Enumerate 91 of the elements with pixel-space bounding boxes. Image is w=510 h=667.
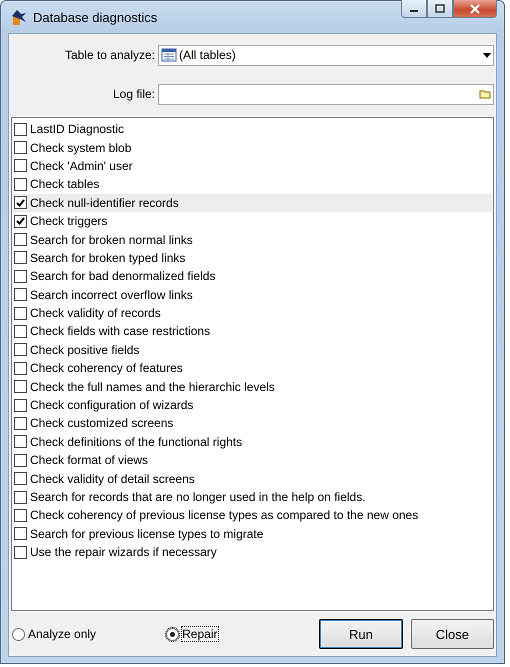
field-label: Table to analyze:	[64, 48, 156, 62]
check-label: Check triggers	[30, 214, 108, 228]
check-label: Check null-identifier records	[30, 196, 179, 210]
checkbox[interactable]	[14, 546, 27, 559]
app-icon	[10, 8, 28, 26]
checkbox[interactable]	[14, 178, 27, 191]
check-item[interactable]: Check customized screens	[13, 414, 492, 433]
radio-button[interactable]: Repair	[165, 626, 218, 642]
check-item[interactable]: Check coherency of previous license types as compared to the new ones	[13, 506, 492, 525]
checkbox[interactable]	[14, 141, 27, 154]
check-item[interactable]: Search for bad denormalized fields	[13, 267, 492, 286]
checkbox[interactable]	[14, 288, 27, 302]
check-label: Search for records that are no longer used in the help on fields.	[30, 490, 366, 504]
check-label: Search for bad denormalized fields	[30, 269, 216, 284]
check-label: Check fields with case restrictions	[30, 324, 210, 338]
check-label: Use the repair wizards if necessary	[30, 545, 217, 560]
check-label: Check validity of records	[30, 306, 161, 320]
field-label: Log file:	[112, 87, 156, 101]
checkbox[interactable]	[14, 362, 27, 375]
check-label: Check configuration of wizards	[30, 398, 194, 412]
check-item[interactable]: Check validity of detail screens	[13, 469, 492, 488]
check-item[interactable]: Check 'Admin' user	[13, 156, 492, 176]
close-button[interactable]	[453, 0, 497, 18]
maximize-icon	[435, 4, 445, 13]
check-item[interactable]: Check validity of records	[13, 304, 492, 322]
checkbox[interactable]	[14, 454, 27, 467]
close-button[interactable]: Close	[410, 619, 494, 649]
check-label: Check positive fields	[30, 342, 140, 357]
checkbox[interactable]	[14, 490, 27, 504]
checkbox[interactable]	[14, 159, 27, 172]
check-label: Check the full names and the hierarchic levels	[30, 380, 275, 394]
checkbox[interactable]	[14, 251, 27, 264]
check-item[interactable]: LastID Diagnostic	[13, 120, 492, 138]
check-item[interactable]: Use the repair wizards if necessary	[13, 542, 492, 562]
check-item[interactable]: Check tables	[13, 175, 492, 194]
minimize-button[interactable]	[401, 0, 427, 18]
table-dropdown[interactable]: (All tables)	[158, 44, 494, 66]
check-item[interactable]: Check the full names and the hierarchic levels	[13, 377, 492, 396]
check-label: LastID Diagnostic	[30, 122, 124, 136]
check-item[interactable]: Check definitions of the functional rights	[13, 432, 492, 452]
check-label: Check coherency of previous license types as compared to the new ones	[30, 508, 418, 522]
log-file-field[interactable]	[158, 84, 494, 104]
checkbox[interactable]	[14, 122, 27, 136]
check-item[interactable]: Search for previous license types to migrate	[13, 524, 492, 543]
dropdown-caret-icon	[483, 52, 491, 58]
check-label: Search for broken typed links	[30, 250, 186, 265]
check-item[interactable]: Search incorrect overflow links	[13, 286, 492, 304]
check-label: Check 'Admin' user	[30, 158, 133, 173]
check-label: Check tables	[30, 177, 100, 192]
check-label: Search for broken normal links	[30, 232, 193, 247]
check-item[interactable]: Check positive fields	[13, 340, 492, 360]
check-item[interactable]: Check triggers	[13, 212, 492, 230]
check-item[interactable]: Search for broken typed links	[13, 248, 492, 268]
folder-icon	[479, 89, 491, 99]
checkbox[interactable]	[14, 398, 27, 412]
check-item[interactable]: Check null-identifier records	[13, 194, 492, 212]
checkbox[interactable]	[14, 380, 27, 394]
run-button[interactable]: Run	[319, 619, 403, 649]
checkbox[interactable]	[14, 214, 27, 228]
check-item[interactable]: Search for broken normal links	[13, 230, 492, 249]
checkbox[interactable]	[14, 324, 27, 338]
check-label: Check system blob	[30, 140, 132, 155]
checkbox[interactable]	[14, 508, 27, 522]
checkbox[interactable]	[14, 343, 27, 356]
checkbox[interactable]	[14, 233, 27, 246]
checkbox[interactable]	[14, 527, 27, 540]
check-item[interactable]: Check format of views	[13, 451, 492, 470]
check-label: Search for previous license types to migrate	[30, 526, 264, 541]
checkbox[interactable]	[14, 270, 27, 283]
check-label: Check customized screens	[30, 416, 174, 430]
table-icon	[161, 48, 177, 62]
checkbox[interactable]	[14, 472, 27, 486]
check-label: Check validity of detail screens	[30, 472, 195, 486]
check-item[interactable]: Check system blob	[13, 138, 492, 157]
check-item[interactable]: Check coherency of features	[13, 359, 492, 378]
checkbox[interactable]	[14, 196, 27, 210]
radio-button[interactable]: Analyze only	[11, 626, 98, 642]
maximize-button[interactable]	[427, 0, 453, 18]
check-label: Check definitions of the functional rights	[30, 434, 242, 449]
check-label: Check coherency of features	[30, 361, 183, 376]
dropdown-value: (All tables)	[179, 48, 237, 62]
window-title: Database diagnostics	[33, 10, 158, 24]
checkbox[interactable]	[14, 306, 27, 320]
checkbox[interactable]	[14, 416, 27, 430]
check-label: Search incorrect overflow links	[30, 288, 193, 302]
check-item[interactable]: Search for records that are no longer used in the help on fields.	[13, 488, 492, 506]
check-label: Check format of views	[30, 453, 148, 468]
check-item[interactable]: Check configuration of wizards	[13, 396, 492, 414]
checkbox[interactable]	[14, 435, 27, 448]
check-item[interactable]: Check fields with case restrictions	[13, 322, 492, 341]
close-icon	[469, 4, 481, 14]
